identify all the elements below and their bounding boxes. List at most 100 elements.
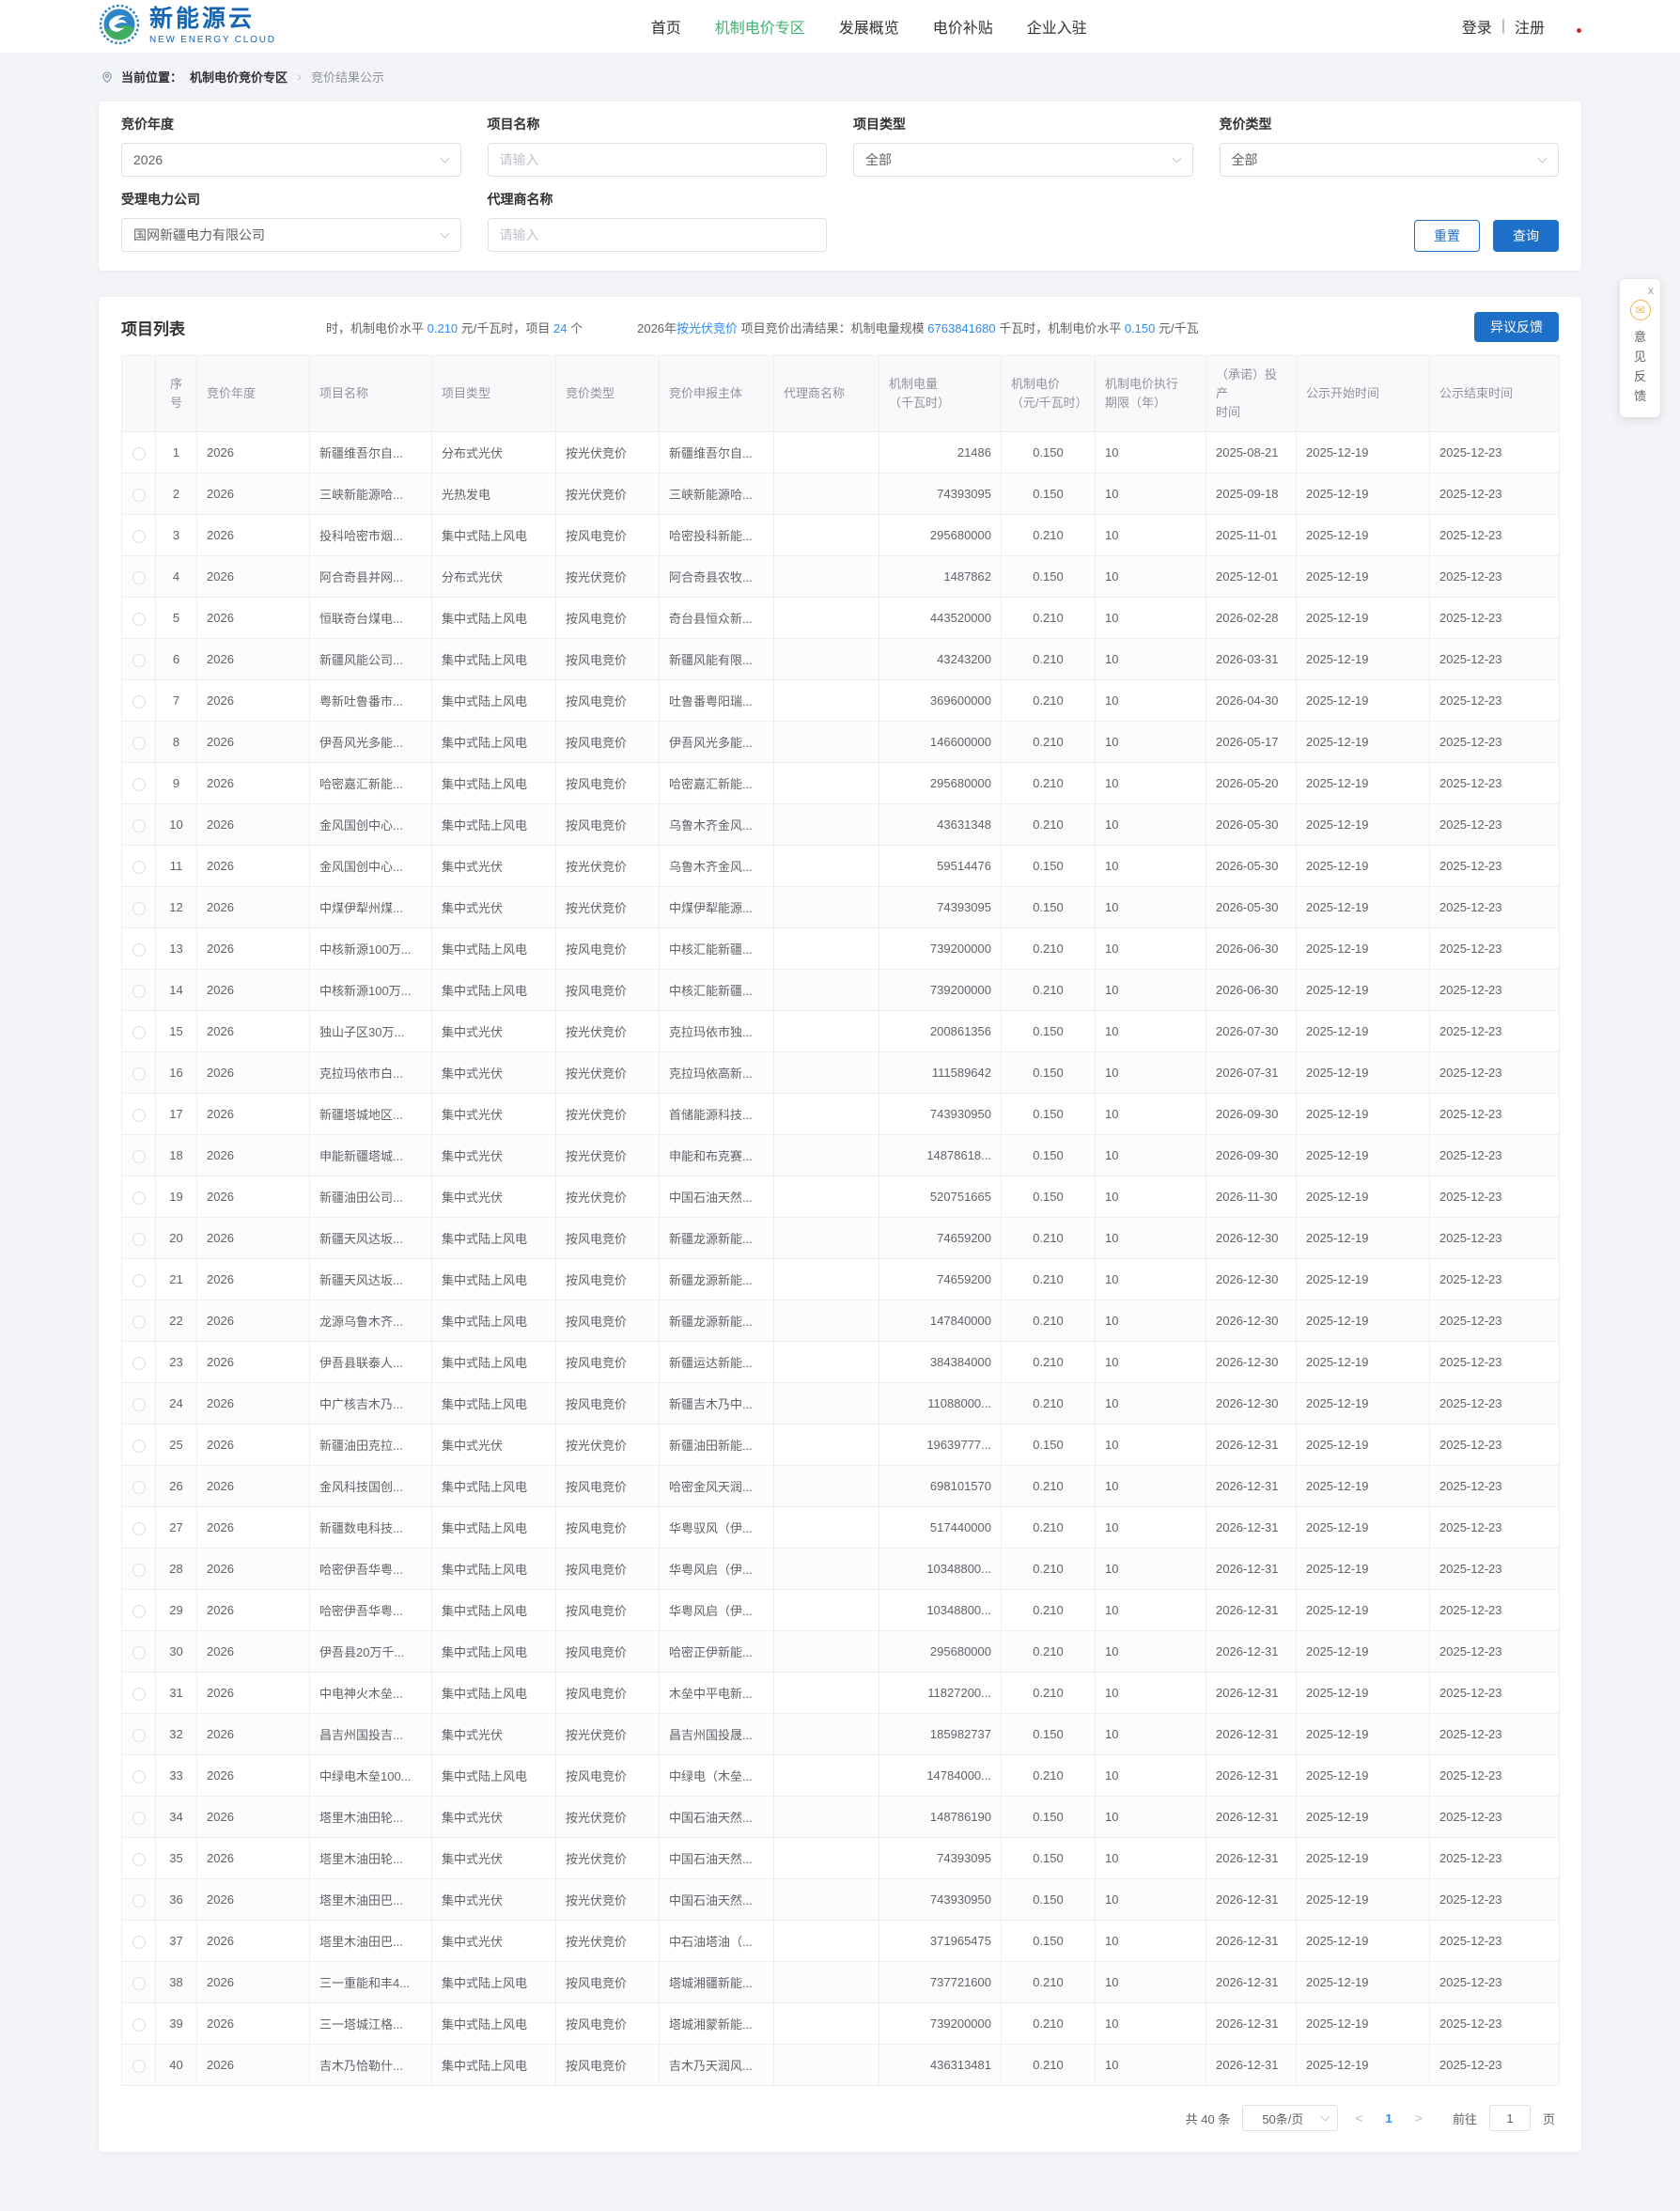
row-radio[interactable]	[132, 1728, 146, 1742]
row-radio[interactable]	[132, 1397, 146, 1411]
row-radio[interactable]	[132, 777, 146, 791]
row-radio[interactable]	[132, 1935, 146, 1949]
row-radio[interactable]	[132, 901, 146, 915]
table-row[interactable]: 22 2026 龙源乌鲁木齐... 集中式陆上风电 按风电竞价 新疆龙源新能... 1478…	[121, 1300, 1560, 1343]
table-row[interactable]: 7 2026 粤新吐鲁番市... 集中式陆上风电 按风电竞价 吐鲁番粤阳瑞... 36960…	[121, 679, 1560, 723]
prev-page-button[interactable]: <	[1350, 2110, 1367, 2125]
table-row[interactable]: 12 2026 中煤伊犁州煤... 集中式光伏 按光伏竞价 中煤伊犁能源... 743930…	[121, 886, 1560, 929]
table-row[interactable]: 37 2026 塔里木油田巴... 集中式光伏 按光伏竞价 中石油塔油（... 371965…	[121, 1920, 1560, 1963]
row-radio[interactable]	[132, 1604, 146, 1618]
project-type-select[interactable]: 全部	[853, 143, 1193, 177]
table-row[interactable]: 15 2026 独山子区30万... 集中式光伏 按光伏竞价 克拉玛依市独... 20086…	[121, 1010, 1560, 1053]
table-row[interactable]: 31 2026 中电神火木垒... 集中式陆上风电 按风电竞价 木垒中平电新... 1182…	[121, 1672, 1560, 1715]
table-row[interactable]: 20 2026 新疆天风达坂... 集中式陆上风电 按风电竞价 新疆龙源新能... 7465…	[121, 1217, 1560, 1260]
row-radio[interactable]	[132, 1811, 146, 1825]
table-row[interactable]: 33 2026 中绿电木垒100... 集中式陆上风电 按风电竞价 中绿电（木垒... 14…	[121, 1754, 1560, 1798]
announcement-link[interactable]: 0.150	[1125, 321, 1156, 335]
row-radio[interactable]	[132, 446, 146, 460]
row-radio[interactable]	[132, 1025, 146, 1039]
row-radio[interactable]	[132, 1439, 146, 1453]
row-radio[interactable]	[132, 1645, 146, 1659]
row-radio[interactable]	[132, 984, 146, 998]
row-radio[interactable]	[132, 570, 146, 584]
table-row[interactable]: 14 2026 中核新源100万... 集中式陆上风电 按风电竞价 中核汇能新疆... 73…	[121, 969, 1560, 1012]
table-row[interactable]: 26 2026 金风科技国创... 集中式陆上风电 按风电竞价 哈密金风天润... 6981…	[121, 1465, 1560, 1508]
search-button[interactable]: 查询	[1493, 220, 1559, 252]
logo[interactable]: 新能源云 NEW ENERGY CLOUD	[99, 4, 276, 50]
login-link[interactable]: 登录	[1462, 15, 1492, 38]
table-row[interactable]: 16 2026 克拉玛依市白... 集中式光伏 按光伏竞价 克拉玛依高新... 111589…	[121, 1051, 1560, 1095]
row-radio[interactable]	[132, 1893, 146, 1907]
table-row[interactable]: 21 2026 新疆天风达坂... 集中式陆上风电 按风电竞价 新疆龙源新能... 7465…	[121, 1258, 1560, 1301]
row-radio[interactable]	[132, 818, 146, 833]
table-row[interactable]: 29 2026 哈密伊吾华粤... 集中式陆上风电 按风电竞价 华粤风启（伊... 1034…	[121, 1589, 1560, 1632]
table-row[interactable]: 40 2026 吉木乃恰勒什... 集中式陆上风电 按风电竞价 吉木乃天润风... 4363…	[121, 2044, 1560, 2087]
current-page-button[interactable]: 1	[1380, 2111, 1398, 2125]
row-radio[interactable]	[132, 694, 146, 708]
agent-name-input[interactable]	[487, 218, 827, 252]
announcement-link[interactable]: 6763841680	[927, 321, 995, 335]
table-row[interactable]: 36 2026 塔里木油田巴... 集中式光伏 按光伏竞价 中国石油天然... 743930…	[121, 1878, 1560, 1922]
table-row[interactable]: 35 2026 塔里木油田轮... 集中式光伏 按光伏竞价 中国石油天然... 743930…	[121, 1837, 1560, 1880]
row-radio[interactable]	[132, 529, 146, 543]
row-radio[interactable]	[132, 736, 146, 750]
table-row[interactable]: 1 2026 新疆维吾尔自... 分布式光伏 按光伏竞价 新疆维吾尔自... 21486 0.…	[121, 431, 1560, 475]
close-icon[interactable]: x	[1648, 283, 1654, 299]
row-radio[interactable]	[132, 1149, 146, 1163]
row-radio[interactable]	[132, 1976, 146, 1990]
table-row[interactable]: 4 2026 阿合奇县并网... 分布式光伏 按光伏竞价 阿合奇县农牧... 1487862…	[121, 555, 1560, 599]
goto-page-input[interactable]	[1488, 2105, 1531, 2132]
row-radio[interactable]	[132, 1315, 146, 1329]
reset-button[interactable]: 重置	[1414, 220, 1480, 252]
project-name-input[interactable]	[487, 143, 827, 177]
next-page-button[interactable]: >	[1410, 2110, 1427, 2125]
table-row[interactable]: 13 2026 中核新源100万... 集中式陆上风电 按风电竞价 中核汇能新疆... 73…	[121, 927, 1560, 971]
table-row[interactable]: 18 2026 申能新疆塔城... 集中式光伏 按光伏竞价 申能和布克赛... 148786…	[121, 1134, 1560, 1177]
table-row[interactable]: 30 2026 伊吾县20万千... 集中式陆上风电 按风电竞价 哈密正伊新能... 295…	[121, 1630, 1560, 1674]
table-row[interactable]: 10 2026 金风国创中心... 集中式陆上风电 按风电竞价 乌鲁木齐金风... 4363…	[121, 803, 1560, 847]
row-radio[interactable]	[132, 942, 146, 957]
feedback-widget[interactable]: x ✉ 意见反馈	[1620, 279, 1660, 417]
power-company-select[interactable]: 国网新疆电力有限公司	[121, 218, 461, 252]
breadcrumb-section[interactable]: 机制电价竞价专区	[190, 68, 288, 86]
table-row[interactable]: 19 2026 新疆油田公司... 集中式光伏 按光伏竞价 中国石油天然... 520751…	[121, 1176, 1560, 1219]
announcement-link[interactable]: 按光伏竞价	[677, 321, 738, 335]
table-row[interactable]: 8 2026 伊吾风光多能... 集中式陆上风电 按风电竞价 伊吾风光多能... 14660…	[121, 721, 1560, 764]
announcement-link[interactable]: 24	[553, 321, 567, 335]
announcement-link[interactable]: 0.210	[428, 321, 459, 335]
table-row[interactable]: 11 2026 金风国创中心... 集中式光伏 按光伏竞价 乌鲁木齐金风... 595144…	[121, 845, 1560, 888]
table-row[interactable]: 9 2026 哈密嘉汇新能... 集中式陆上风电 按风电竞价 哈密嘉汇新能... 29568…	[121, 762, 1560, 805]
bidding-year-select[interactable]: 2026	[121, 143, 461, 177]
table-row[interactable]: 6 2026 新疆风能公司... 集中式陆上风电 按风电竞价 新疆风能有限... 43243…	[121, 638, 1560, 681]
bidding-type-select[interactable]: 全部	[1219, 143, 1559, 177]
table-row[interactable]: 5 2026 恒联奇台煤电... 集中式陆上风电 按风电竞价 奇台县恒众新... 44352…	[121, 597, 1560, 640]
row-radio[interactable]	[132, 488, 146, 502]
table-row[interactable]: 28 2026 哈密伊吾华粤... 集中式陆上风电 按风电竞价 华粤风启（伊... 1034…	[121, 1548, 1560, 1591]
table-row[interactable]: 32 2026 昌吉州国投吉... 集中式光伏 按光伏竞价 昌吉州国投晟... 185982…	[121, 1713, 1560, 1756]
table-row[interactable]: 38 2026 三一重能和丰4... 集中式陆上风电 按风电竞价 塔城湘疆新能... 737…	[121, 1961, 1560, 2004]
row-radio[interactable]	[132, 1521, 146, 1535]
objection-feedback-button[interactable]: 异议反馈	[1474, 312, 1559, 342]
table-row[interactable]: 23 2026 伊吾县联泰人... 集中式陆上风电 按风电竞价 新疆运达新能... 3843…	[121, 1341, 1560, 1384]
row-radio[interactable]	[132, 1356, 146, 1370]
table-row[interactable]: 27 2026 新疆数电科技... 集中式陆上风电 按风电竞价 华粤驭风（伊... 5174…	[121, 1506, 1560, 1549]
table-row[interactable]: 2 2026 三峡新能源哈... 光热发电 按光伏竞价 三峡新能源哈... 74393095…	[121, 473, 1560, 516]
row-radio[interactable]	[132, 1480, 146, 1494]
row-radio[interactable]	[132, 2017, 146, 2032]
table-row[interactable]: 39 2026 三一塔城江格... 集中式陆上风电 按风电竞价 塔城湘蒙新能... 7392…	[121, 2002, 1560, 2046]
row-radio[interactable]	[132, 653, 146, 667]
table-row[interactable]: 3 2026 投科哈密市烟... 集中式陆上风电 按风电竞价 哈密投科新能... 29568…	[121, 514, 1560, 557]
row-radio[interactable]	[132, 1191, 146, 1205]
row-radio[interactable]	[132, 860, 146, 874]
row-radio[interactable]	[132, 1067, 146, 1081]
row-radio[interactable]	[132, 1108, 146, 1122]
nav-item-mechanism-price-zone[interactable]: 机制电价专区	[715, 15, 805, 38]
table-row[interactable]: 17 2026 新疆塔城地区... 集中式光伏 按光伏竞价 首储能源科技... 743930…	[121, 1093, 1560, 1136]
register-link[interactable]: 注册	[1515, 15, 1545, 38]
page-size-select[interactable]: 50条/页	[1242, 2105, 1339, 2132]
nav-item-development-overview[interactable]: 发展概览	[839, 15, 899, 38]
row-radio[interactable]	[132, 612, 146, 626]
row-radio[interactable]	[132, 1687, 146, 1701]
nav-item-home[interactable]: 首页	[651, 15, 681, 38]
row-radio[interactable]	[132, 1563, 146, 1577]
